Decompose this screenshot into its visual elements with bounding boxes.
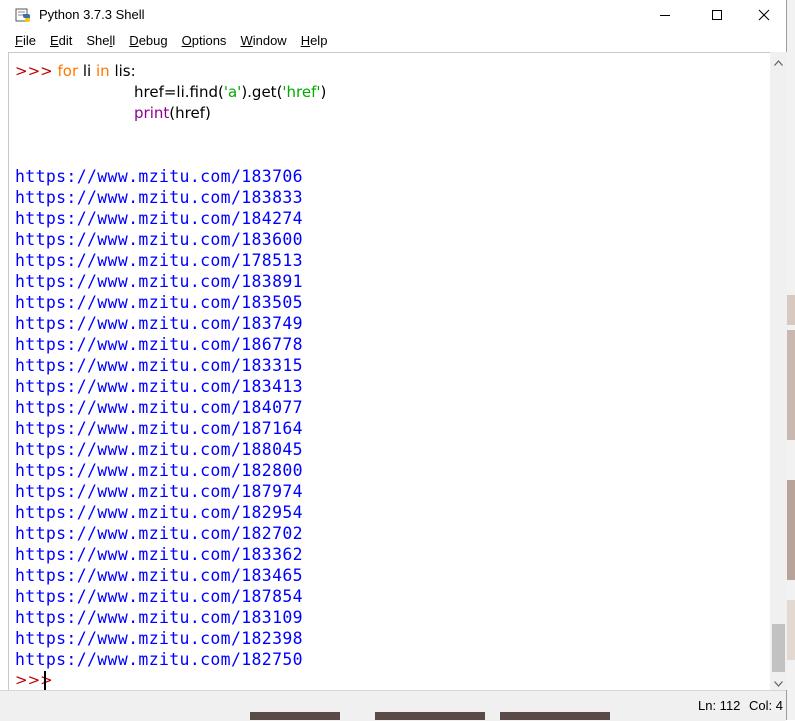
- menu-help[interactable]: Help: [294, 31, 335, 52]
- scroll-down-arrow-icon: [774, 672, 783, 691]
- background-thumbnail: [375, 712, 485, 720]
- close-button[interactable]: [741, 0, 787, 30]
- code-line-print: print(href): [134, 104, 211, 122]
- code-line-for: >>> for li in lis:: [15, 62, 136, 80]
- vertical-scrollbar[interactable]: [770, 52, 787, 690]
- status-column-number: Col: 4: [749, 698, 783, 713]
- output-line: https://www.mzitu.com/183362: [15, 545, 303, 564]
- minimize-icon: [659, 6, 671, 25]
- output-line: https://www.mzitu.com/187854: [15, 587, 303, 606]
- output-line: https://www.mzitu.com/183109: [15, 608, 303, 627]
- menu-edit[interactable]: Edit: [43, 31, 79, 52]
- maximize-icon: [711, 6, 723, 25]
- close-icon: [758, 6, 770, 25]
- menu-shell[interactable]: Shell: [79, 31, 122, 52]
- shell-prompt: >>>: [15, 62, 58, 80]
- shell-text-area[interactable]: ‒ ‒ >>> for li in lis: href=li.find('a')…: [8, 52, 771, 691]
- output-line: https://www.mzitu.com/183833: [15, 188, 303, 207]
- output-line: https://www.mzitu.com/183749: [15, 314, 303, 333]
- scrollbar-thumb[interactable]: [772, 624, 785, 672]
- background-thumbnail: [787, 295, 795, 325]
- output-line: https://www.mzitu.com/183315: [15, 356, 303, 375]
- output-line: https://www.mzitu.com/183706: [15, 167, 303, 186]
- shell-prompt: >>>: [15, 671, 53, 689]
- output-line: https://www.mzitu.com/183891: [15, 272, 303, 291]
- scroll-up-button[interactable]: [770, 52, 787, 69]
- desktop-background-strip: [787, 0, 795, 720]
- output-line: https://www.mzitu.com/187974: [15, 482, 303, 501]
- minimize-button[interactable]: [642, 0, 688, 30]
- scroll-up-arrow-icon: [774, 51, 783, 70]
- background-thumbnail: [787, 480, 795, 580]
- text-cursor: [44, 671, 46, 691]
- menu-debug[interactable]: Debug: [122, 31, 174, 52]
- output-line: https://www.mzitu.com/182702: [15, 524, 303, 543]
- background-thumbnail: [787, 330, 795, 440]
- output-line: https://www.mzitu.com/182398: [15, 629, 303, 648]
- background-thumbnail: [500, 712, 610, 720]
- output-line: https://www.mzitu.com/182954: [15, 503, 303, 522]
- code-line-href: href=li.find('a').get('href'): [134, 83, 327, 101]
- output-line: https://www.mzitu.com/183505: [15, 293, 303, 312]
- output-line: https://www.mzitu.com/183600: [15, 230, 303, 249]
- background-thumbnail: [250, 712, 340, 720]
- output-line: https://www.mzitu.com/184274: [15, 209, 303, 228]
- idle-shell-window: Python 3.7.3 Shell File Edit Shell Debug…: [0, 0, 787, 721]
- scroll-down-button[interactable]: [770, 673, 787, 690]
- final-prompt-line: >>>: [15, 670, 53, 691]
- output-line: https://www.mzitu.com/183413: [15, 377, 303, 396]
- output-line: https://www.mzitu.com/182750: [15, 650, 303, 669]
- python-idle-icon: [15, 7, 31, 23]
- output-line: https://www.mzitu.com/183465: [15, 566, 303, 585]
- output-line: https://www.mzitu.com/188045: [15, 440, 303, 459]
- title-bar[interactable]: Python 3.7.3 Shell: [0, 0, 786, 31]
- background-thumbnail: [787, 600, 795, 660]
- output-line: https://www.mzitu.com/182800: [15, 461, 303, 480]
- output-line: https://www.mzitu.com/186778: [15, 335, 303, 354]
- menu-file[interactable]: File: [0, 31, 43, 52]
- output-line: https://www.mzitu.com/178513: [15, 251, 303, 270]
- maximize-button[interactable]: [694, 0, 740, 30]
- menu-window[interactable]: Window: [233, 31, 293, 52]
- output-line: https://www.mzitu.com/187164: [15, 419, 303, 438]
- status-line-number: Ln: 112: [698, 698, 741, 713]
- menu-options[interactable]: Options: [175, 31, 234, 52]
- menu-bar: File Edit Shell Debug Options Window Hel…: [0, 31, 786, 52]
- output-line: https://www.mzitu.com/184077: [15, 398, 303, 417]
- window-title: Python 3.7.3 Shell: [39, 7, 145, 22]
- scrolled-partial-line: ‒ ‒: [15, 53, 42, 57]
